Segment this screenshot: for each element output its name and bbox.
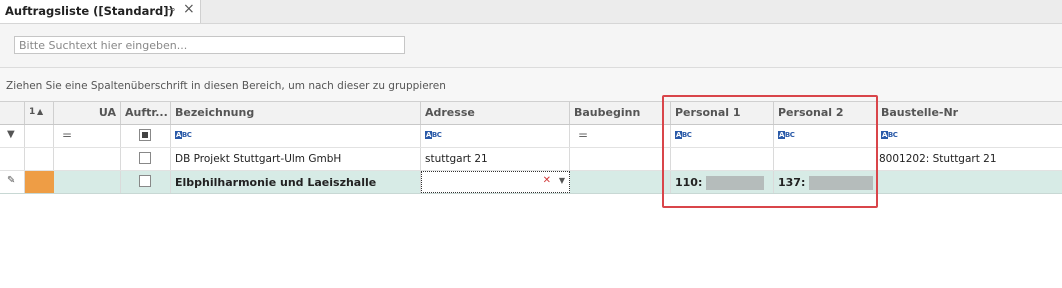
header-personal-1[interactable]: Personal 1 xyxy=(671,102,774,124)
filter-sort-index[interactable] xyxy=(25,125,54,147)
equals-operator-icon: = xyxy=(578,128,589,142)
header-indicator-column xyxy=(0,102,25,124)
text-filter-icon: ABC xyxy=(778,131,795,139)
close-icon[interactable]: × xyxy=(183,1,195,17)
pin-icon[interactable]: ⊸ xyxy=(166,3,175,16)
redacted-name xyxy=(809,176,874,190)
adresse-editor[interactable]: ✕ ▼ xyxy=(421,171,570,193)
text-filter-icon: ABC xyxy=(175,131,192,139)
chevron-down-icon[interactable]: ▼ xyxy=(559,176,565,185)
grid-header: 1 ▲ UA Auftr... Bezeichnung Adresse Baub… xyxy=(0,102,1062,125)
group-panel-hint: Ziehen Sie eine Spaltenüberschrift in di… xyxy=(6,80,446,92)
filter-personal-1[interactable]: ABC xyxy=(671,125,774,147)
equals-operator-icon: = xyxy=(62,128,73,142)
header-adresse[interactable]: Adresse xyxy=(421,102,570,124)
pencil-edit-icon: ✎ xyxy=(7,175,16,186)
header-baubeginn[interactable]: Baubeginn xyxy=(570,102,671,124)
cell-auftr[interactable] xyxy=(121,171,171,193)
filter-checkbox[interactable] xyxy=(139,129,151,141)
group-panel[interactable]: Ziehen Sie eine Spaltenüberschrift in di… xyxy=(0,68,1062,102)
header-sort-index[interactable]: 1 ▲ xyxy=(25,102,54,124)
clear-icon[interactable]: ✕ xyxy=(543,175,551,186)
cell-baustelle-nr[interactable]: 8001202: Stuttgart 21 xyxy=(877,148,1062,170)
filter-row: ▼ = ABC ABC = ABC ABC ABC xyxy=(0,125,1062,148)
header-auftr[interactable]: Auftr... xyxy=(121,102,171,124)
cell-baustelle-nr[interactable] xyxy=(877,171,1062,193)
filter-baubeginn[interactable]: = xyxy=(570,125,671,147)
text-filter-icon: ABC xyxy=(675,131,692,139)
table-row[interactable]: DB Projekt Stuttgart-Ulm GmbH stuttgart … xyxy=(0,148,1062,171)
cell-bezeichnung[interactable]: Elbphilharmonie und Laeiszhalle xyxy=(171,171,421,193)
cell-bezeichnung[interactable]: DB Projekt Stuttgart-Ulm GmbH xyxy=(171,148,421,170)
cell-baubeginn[interactable] xyxy=(570,148,671,170)
cell-ua[interactable] xyxy=(54,171,121,193)
filter-icon: ▼ xyxy=(7,129,15,140)
row-checkbox[interactable] xyxy=(139,175,151,187)
text-filter-icon: ABC xyxy=(881,131,898,139)
tab-auftragsliste[interactable]: Auftragsliste ([Standard]) ⊸ × xyxy=(0,0,201,23)
order-grid: 1 ▲ UA Auftr... Bezeichnung Adresse Baub… xyxy=(0,102,1062,288)
cell-personal-1[interactable] xyxy=(671,148,774,170)
filter-personal-2[interactable]: ABC xyxy=(774,125,877,147)
row-indicator: ✎ xyxy=(0,171,25,193)
personal-2-id: 137: xyxy=(778,176,806,189)
document-tabstrip: Auftragsliste ([Standard]) ⊸ × xyxy=(0,0,1062,24)
filter-baustelle-nr[interactable]: ABC xyxy=(877,125,1062,147)
row-status-marker xyxy=(25,171,54,193)
cell-personal-1[interactable]: 110: xyxy=(671,171,774,193)
cell-adresse[interactable]: stuttgart 21 xyxy=(421,148,570,170)
header-ua[interactable]: UA xyxy=(54,102,121,124)
cell-sort-index[interactable] xyxy=(25,148,54,170)
cell-baubeginn[interactable] xyxy=(570,171,671,193)
search-input[interactable] xyxy=(14,36,405,54)
cell-personal-2[interactable] xyxy=(774,148,877,170)
personal-1-id: 110: xyxy=(675,176,703,189)
filter-bezeichnung[interactable]: ABC xyxy=(171,125,421,147)
cell-auftr[interactable] xyxy=(121,148,171,170)
header-bezeichnung[interactable]: Bezeichnung xyxy=(171,102,421,124)
tab-title: Auftragsliste ([Standard]) xyxy=(5,4,174,18)
row-indicator xyxy=(0,148,25,170)
redacted-name xyxy=(706,176,765,190)
search-panel xyxy=(0,24,1062,68)
row-checkbox[interactable] xyxy=(139,152,151,164)
cell-ua[interactable] xyxy=(54,148,121,170)
filter-ua[interactable]: = xyxy=(54,125,121,147)
filter-adresse[interactable]: ABC xyxy=(421,125,570,147)
sort-ascending-icon: ▲ xyxy=(37,107,44,116)
text-filter-icon: ABC xyxy=(425,131,442,139)
header-baustelle-nr[interactable]: Baustelle-Nr xyxy=(877,102,1062,124)
cell-personal-2[interactable]: 137: xyxy=(774,171,877,193)
filter-row-indicator: ▼ xyxy=(0,125,25,147)
filter-auftr[interactable] xyxy=(121,125,171,147)
header-personal-2[interactable]: Personal 2 xyxy=(774,102,877,124)
